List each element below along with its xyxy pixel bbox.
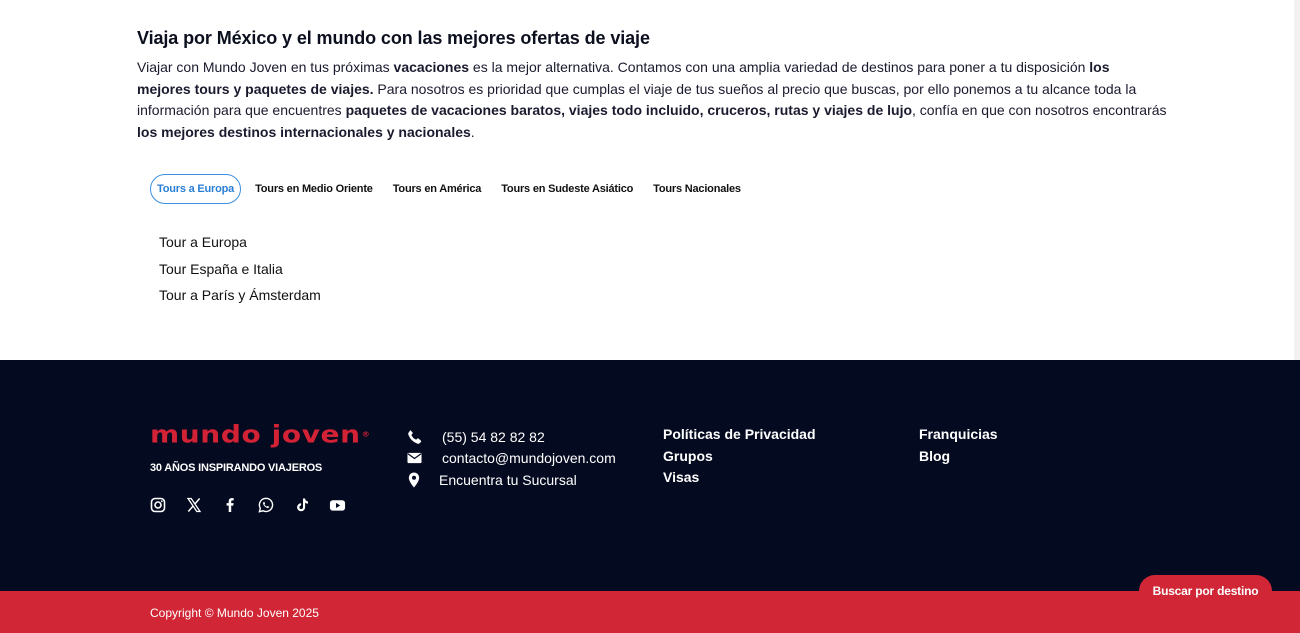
footer-contact: (55) 54 82 82 82 contacto@mundojoven.com…: [406, 426, 616, 491]
logo-text: mundo joven: [150, 420, 361, 449]
footer-link-blog[interactable]: Blog: [919, 448, 998, 470]
phone-icon: [406, 429, 422, 445]
tab-tours-america[interactable]: Tours en América: [383, 174, 492, 204]
tours-tabs: Tours a Europa Tours en Medio Oriente To…: [150, 174, 751, 204]
footer-links-col3: Franquicias Blog: [919, 426, 998, 469]
instagram-icon[interactable]: [149, 496, 166, 513]
contact-phone-row[interactable]: (55) 54 82 82 82: [406, 426, 616, 448]
intro-bold-text: los mejores destinos internacionales y n…: [137, 123, 471, 140]
footer-link-grupos[interactable]: Grupos: [663, 448, 816, 470]
contact-branch-row[interactable]: Encuentra tu Sucursal: [406, 469, 616, 491]
copyright-text: Copyright © Mundo Joven 2025: [150, 606, 319, 620]
intro-heading: Viaja por México y el mundo con las mejo…: [137, 28, 650, 48]
intro-text: Viajar con Mundo Joven en tus próximas: [137, 59, 394, 75]
list-item: Tour España e Italia: [159, 259, 321, 286]
x-icon[interactable]: [185, 496, 202, 513]
tour-list: Tour a Europa Tour España e Italia Tour …: [159, 232, 321, 312]
intro-text: es la mejor alternativa. Contamos con un…: [469, 59, 1090, 75]
tour-link-europa[interactable]: Tour a Europa: [159, 234, 247, 250]
contact-email: contacto@mundojoven.com: [442, 450, 616, 467]
footer-tagline: 30 AÑOS INSPIRANDO VIAJEROS: [150, 462, 323, 474]
tab-tours-sudeste-asiatico[interactable]: Tours en Sudeste Asiático: [491, 174, 643, 204]
tour-link-espana-italia[interactable]: Tour España e Italia: [159, 261, 283, 277]
contact-email-row[interactable]: contacto@mundojoven.com: [406, 448, 616, 470]
youtube-icon[interactable]: [329, 496, 346, 513]
intro-bold-text: vacaciones: [393, 59, 470, 75]
logo-registered-mark: ®: [361, 430, 371, 439]
footer-link-franquicias[interactable]: Franquicias: [919, 426, 998, 448]
intro-bold-text: paquetes de vacaciones baratos, viajes t…: [345, 102, 913, 118]
map-pin-icon: [406, 472, 422, 488]
intro-text: .: [470, 123, 475, 140]
contact-phone: (55) 54 82 82 82: [442, 428, 545, 445]
tab-tours-medio-oriente[interactable]: Tours en Medio Oriente: [245, 174, 383, 204]
tiktok-icon[interactable]: [293, 496, 310, 513]
facebook-icon[interactable]: [221, 496, 238, 513]
intro-text: , confía en que con nosotros encontrarás: [912, 102, 1167, 118]
mundo-joven-logo[interactable]: mundo joven®: [150, 422, 370, 448]
list-item: Tour a París y Ámsterdam: [159, 285, 321, 312]
site-footer: mundo joven® 30 AÑOS INSPIRANDO VIAJEROS…: [0, 360, 1300, 592]
tab-tours-nacionales[interactable]: Tours Nacionales: [643, 174, 751, 204]
tour-link-paris-amsterdam[interactable]: Tour a París y Ámsterdam: [159, 287, 321, 303]
tab-tours-europa[interactable]: Tours a Europa: [150, 174, 242, 204]
social-links: [149, 496, 365, 513]
intro-section: Viaja por México y el mundo con las mejo…: [137, 28, 1167, 143]
footer-link-visas[interactable]: Visas: [663, 469, 816, 491]
footer-links-col2: Políticas de Privacidad Grupos Visas: [663, 426, 816, 491]
footer-link-politicas-privacidad[interactable]: Políticas de Privacidad: [663, 426, 816, 448]
intro-paragraph: Viajar con Mundo Joven en tus próximas v…: [137, 57, 1167, 143]
list-item: Tour a Europa: [159, 232, 321, 259]
search-by-destination-button[interactable]: Buscar por destino: [1139, 575, 1272, 607]
whatsapp-icon[interactable]: [257, 496, 274, 513]
contact-branch: Encuentra tu Sucursal: [439, 471, 577, 488]
envelope-icon: [406, 450, 422, 466]
copyright-bar: Copyright © Mundo Joven 2025: [0, 591, 1300, 633]
